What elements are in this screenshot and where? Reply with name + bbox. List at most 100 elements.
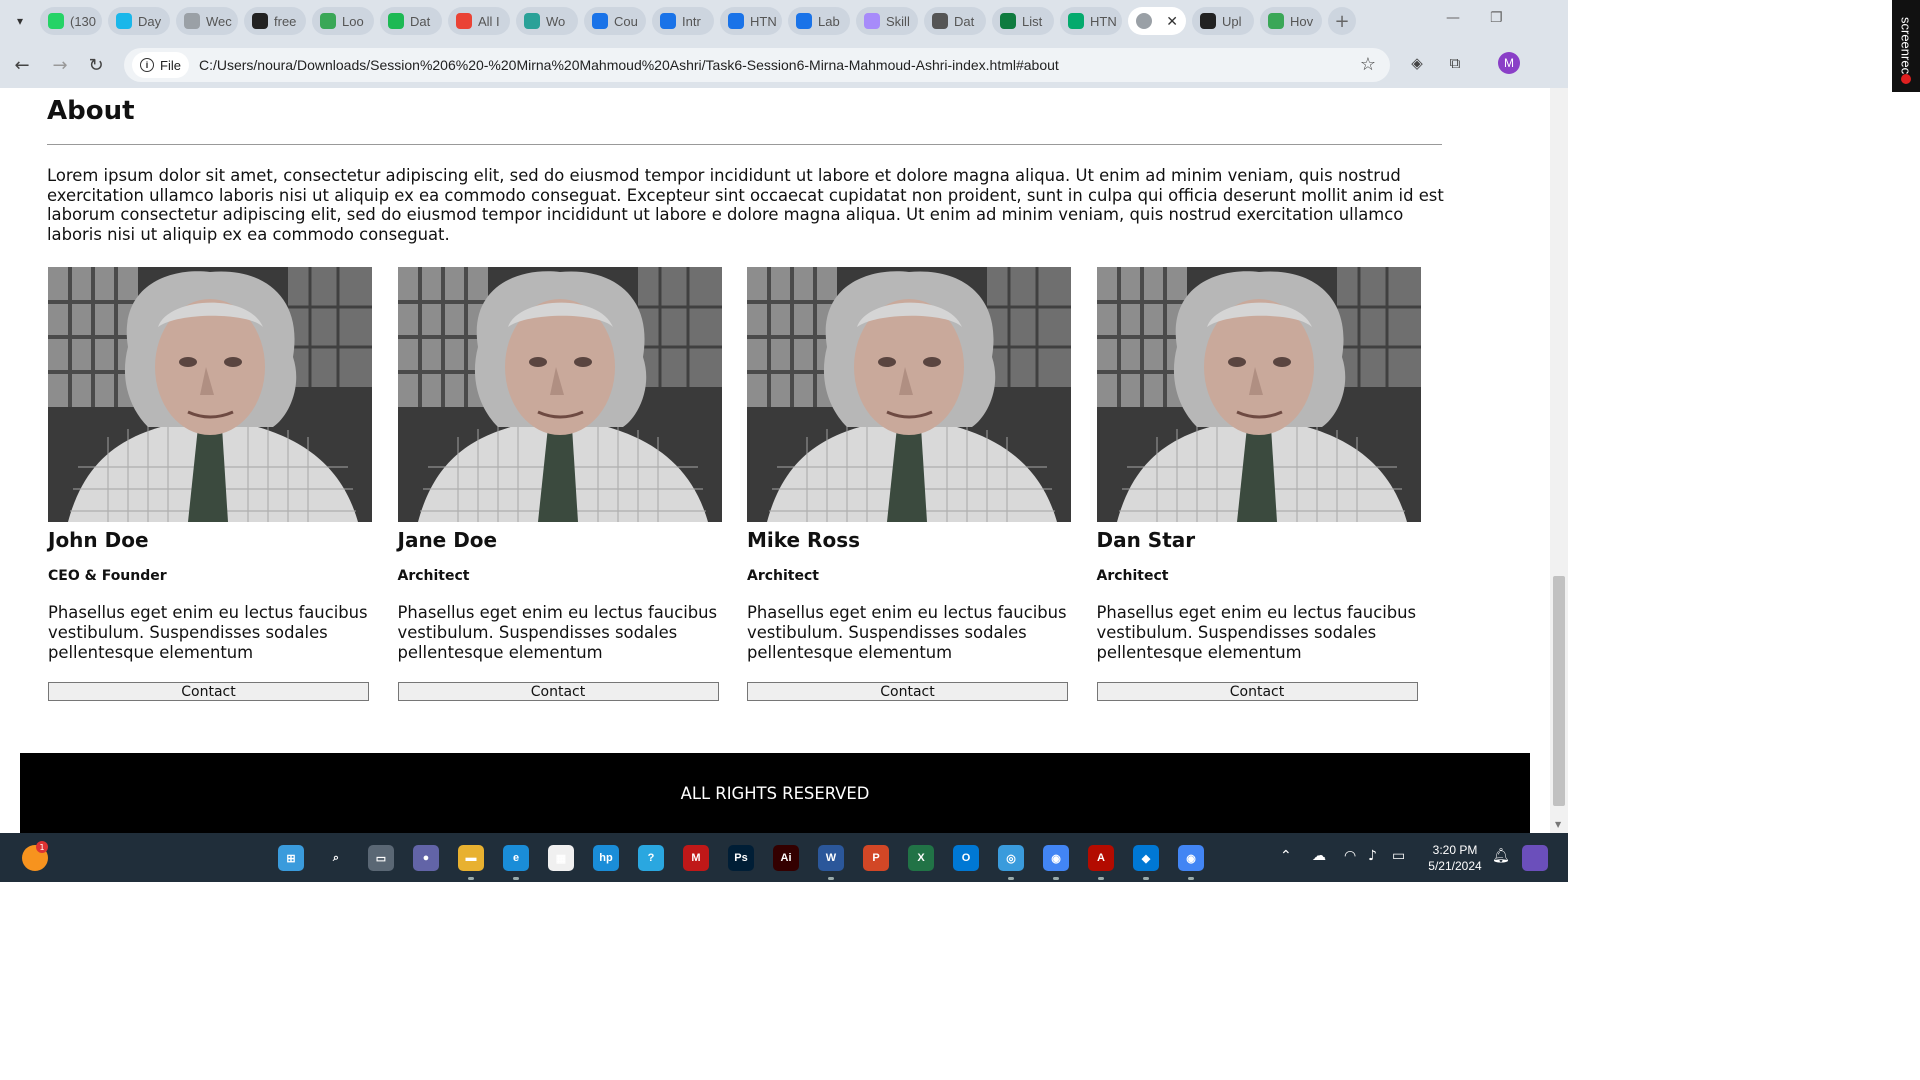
- running-indicator: [468, 877, 474, 880]
- browser-tab[interactable]: Cou: [584, 7, 646, 35]
- browser-tab[interactable]: List: [992, 7, 1054, 35]
- vscode-icon[interactable]: ◆: [1133, 845, 1159, 871]
- extension-icon[interactable]: ◈: [1406, 52, 1428, 74]
- tab-title: All I: [478, 13, 500, 29]
- extensions-puzzle-icon[interactable]: ⧉: [1444, 52, 1466, 74]
- browser-tab[interactable]: All I: [448, 7, 510, 35]
- browser-chrome: ▾ (130 Day Wec free Loo Dat All I Wo Cou Intr HTN L…: [0, 0, 1568, 88]
- browser-tab[interactable]: free: [244, 7, 306, 35]
- minimize-icon[interactable]: —: [1446, 10, 1460, 26]
- team-member-name: Dan Star: [1096, 528, 1196, 552]
- help-icon[interactable]: ?: [638, 845, 664, 871]
- browser-tab[interactable]: Wo: [516, 7, 578, 35]
- tab-list: (130 Day Wec free Loo Dat All I Wo Cou Intr HTN Lab…: [40, 7, 1356, 35]
- tab-title: Loo: [342, 13, 364, 29]
- tab-title: Dat: [954, 13, 975, 29]
- bookmark-star-icon[interactable]: ☆: [1360, 54, 1376, 75]
- contact-button[interactable]: Contact: [48, 682, 369, 702]
- powerpoint-icon[interactable]: P: [863, 845, 889, 871]
- illustrator-icon[interactable]: Ai: [773, 845, 799, 871]
- tab-title: Cou: [614, 13, 638, 29]
- team-member-role: Architect: [747, 568, 819, 584]
- browser-tab[interactable]: Hov: [1260, 7, 1322, 35]
- myhp-icon[interactable]: hp: [593, 845, 619, 871]
- new-tab-button[interactable]: +: [1328, 7, 1356, 35]
- screenrec-widget[interactable]: screenrec: [1892, 0, 1920, 92]
- page-scrollbar[interactable]: ▼: [1550, 88, 1568, 833]
- reload-icon[interactable]: ↻: [78, 47, 114, 83]
- tab-search-chevron-icon[interactable]: ▾: [6, 7, 34, 35]
- task-view-icon[interactable]: ▭: [368, 845, 394, 871]
- acrobat-icon[interactable]: A: [1088, 845, 1114, 871]
- system-clock[interactable]: 3:20 PM 5/21/2024: [1424, 842, 1486, 874]
- browser-tab[interactable]: Wec: [176, 7, 238, 35]
- browser-tab[interactable]: Dat: [924, 7, 986, 35]
- wifi-icon[interactable]: ◠: [1344, 848, 1356, 864]
- outlook-icon[interactable]: O: [953, 845, 979, 871]
- browser-tab[interactable]: HTN: [1060, 7, 1122, 35]
- contact-button[interactable]: Contact: [397, 682, 719, 702]
- browser-tab[interactable]: Dat: [380, 7, 442, 35]
- team-member-photo: [1096, 267, 1421, 522]
- browser-tab[interactable]: (130: [40, 7, 102, 35]
- running-indicator: [1008, 877, 1014, 880]
- close-tab-icon[interactable]: ✕: [1166, 13, 1178, 30]
- team-member-card: Mike Ross Architect Phasellus eget enim …: [747, 267, 1071, 702]
- store-icon[interactable]: ▦: [548, 845, 574, 871]
- volume-icon[interactable]: ♪: [1368, 848, 1377, 864]
- windows-taskbar: 1 ⊞ ⌕ ▭ ● ▬ e ▦ hp? M Ps Ai W P X O ◎ ◉ A ◆ ◉ ⌃ ☁ ◠ ♪ ▭ 3:2…: [0, 833, 1568, 882]
- c-icon: [796, 13, 812, 29]
- github-icon: [1200, 13, 1216, 29]
- globe-icon: [1136, 13, 1152, 29]
- tab-strip: ▾ (130 Day Wec free Loo Dat All I Wo Cou Intr HTN L…: [0, 0, 1540, 42]
- team-member-photo: [397, 267, 722, 522]
- dock-app-icon[interactable]: ◎: [998, 845, 1024, 871]
- back-icon[interactable]: ←: [4, 47, 40, 83]
- browser-tab[interactable]: Day: [108, 7, 170, 35]
- tray-overflow-chevron-icon[interactable]: ⌃: [1280, 848, 1292, 864]
- tab-title: Day: [138, 13, 162, 29]
- restore-icon[interactable]: ❐: [1490, 10, 1503, 26]
- team-member-bio: Phasellus eget enim eu lectus faucibus v…: [48, 603, 368, 662]
- onedrive-icon[interactable]: ☁: [1312, 848, 1326, 864]
- notifications-bell-icon[interactable]: 🔔︎: [1492, 848, 1510, 864]
- scroll-down-arrow-icon[interactable]: ▼: [1555, 820, 1561, 829]
- url-text[interactable]: C:/Users/noura/Downloads/Session%206%20-…: [199, 57, 1059, 73]
- file-explorer-icon[interactable]: ▬: [458, 845, 484, 871]
- battery-icon[interactable]: ▭: [1392, 848, 1405, 864]
- site-info-chip[interactable]: i File: [132, 52, 189, 78]
- scrollbar-thumb[interactable]: [1553, 576, 1565, 806]
- address-bar[interactable]: i File C:/Users/noura/Downloads/Session%…: [124, 48, 1390, 82]
- search-icon[interactable]: ⌕: [323, 845, 349, 871]
- whatsapp-icon: [48, 13, 64, 29]
- edge-icon[interactable]: e: [503, 845, 529, 871]
- chrome-icon[interactable]: ◉: [1043, 845, 1069, 871]
- active-browser-tab[interactable]: ✕: [1128, 7, 1186, 35]
- chrome-2-icon[interactable]: ◉: [1178, 845, 1204, 871]
- browser-tab[interactable]: HTN: [720, 7, 782, 35]
- w3schools-icon: [1068, 13, 1084, 29]
- browser-tab[interactable]: Skill: [856, 7, 918, 35]
- word-icon[interactable]: W: [818, 845, 844, 871]
- tab-title: HTN: [750, 13, 777, 29]
- forward-icon[interactable]: →: [42, 47, 78, 83]
- tab-title: Wec: [206, 13, 232, 29]
- browser-tab[interactable]: Intr: [652, 7, 714, 35]
- clock-date: 5/21/2024: [1428, 859, 1482, 873]
- tab-title: Lab: [818, 13, 840, 29]
- browser-tab[interactable]: Upl: [1192, 7, 1254, 35]
- photoshop-icon[interactable]: Ps: [728, 845, 754, 871]
- running-indicator: [828, 877, 834, 880]
- profile-avatar[interactable]: M: [1498, 52, 1520, 74]
- excel-icon[interactable]: X: [908, 845, 934, 871]
- contact-button[interactable]: Contact: [1096, 682, 1418, 702]
- browser-tab[interactable]: Lab: [788, 7, 850, 35]
- teams-icon[interactable]: ●: [413, 845, 439, 871]
- start-icon[interactable]: ⊞: [278, 845, 304, 871]
- copilot-icon[interactable]: [1522, 845, 1548, 871]
- c-icon: [660, 13, 676, 29]
- browser-tab[interactable]: Loo: [312, 7, 374, 35]
- contact-button[interactable]: Contact: [747, 682, 1068, 702]
- team-member-name: Jane Doe: [397, 528, 498, 552]
- mcafee-icon[interactable]: M: [683, 845, 709, 871]
